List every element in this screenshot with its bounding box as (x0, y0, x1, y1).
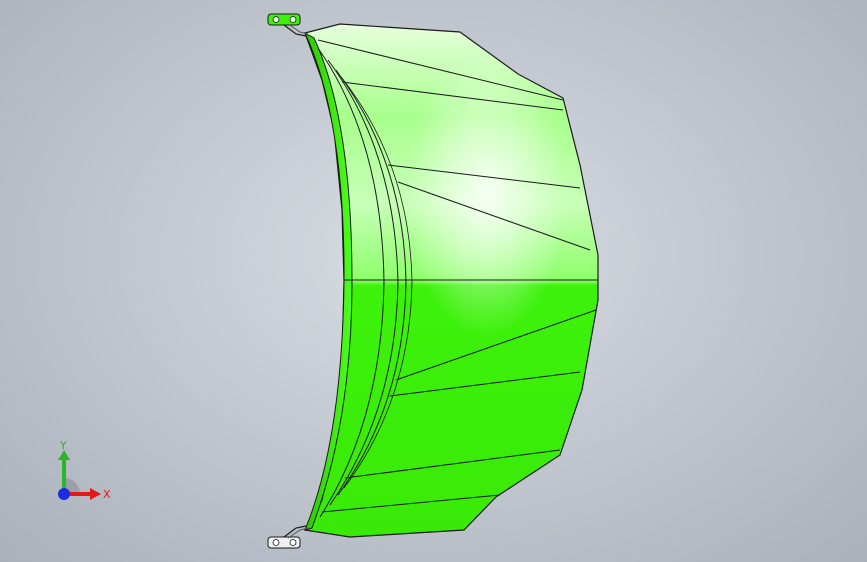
coordinate-triad: Y X (58, 439, 111, 501)
bottom-hinge-bracket[interactable] (267, 525, 309, 549)
x-axis-label: X (103, 488, 111, 501)
z-axis-origin (58, 488, 70, 500)
graphics-viewport[interactable]: Y X (0, 0, 867, 562)
hood-panel[interactable] (303, 23, 599, 538)
top-hinge-bracket[interactable] (267, 13, 309, 37)
y-axis-label: Y (59, 439, 67, 452)
model-canvas[interactable] (0, 0, 867, 562)
